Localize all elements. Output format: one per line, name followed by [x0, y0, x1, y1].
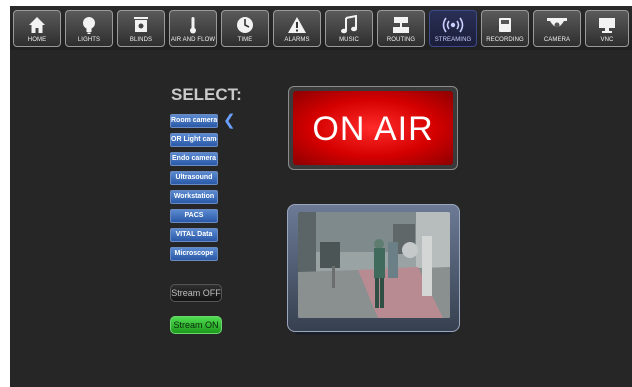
thermometer-icon [190, 17, 196, 34]
source-pacs-button[interactable]: PACS [170, 209, 218, 223]
chevron-left-icon: ❮ [223, 112, 236, 129]
nav-label: LIGHTS [77, 37, 101, 43]
nav-time-button[interactable]: TIME [221, 10, 269, 47]
source-workstation-button[interactable]: Workstation [170, 190, 218, 204]
video-preview-monitor [287, 204, 460, 332]
stream-off-button[interactable]: Stream OFF [170, 284, 222, 302]
nav-label: BLINDS [129, 37, 153, 43]
source-room-camera-button[interactable]: Room camera [170, 114, 218, 128]
on-air-indicator: ON AIR [293, 91, 453, 165]
stream-on-button[interactable]: Stream ON [170, 316, 222, 334]
nav-camera-button[interactable]: CAMERA [533, 10, 581, 47]
video-preview [298, 212, 450, 318]
nav-vnc-button[interactable]: VNC [585, 10, 629, 47]
nav-recording-button[interactable]: RECORDING [481, 10, 529, 47]
nav-label: AIR AND FLOW [170, 37, 216, 43]
home-icon [29, 17, 45, 33]
nav-lights-button[interactable]: LIGHTS [65, 10, 113, 47]
nav-alarms-button[interactable]: ALARMS [273, 10, 321, 47]
operating-room-video-frame [298, 212, 450, 318]
source-vital-data-button[interactable]: VITAL Data [170, 228, 218, 242]
nav-blinds-button[interactable]: BLINDS [117, 10, 165, 47]
nav-label: ALARMS [284, 37, 310, 43]
lightbulb-icon [83, 17, 95, 34]
nav-label: ROUTING [386, 37, 416, 43]
select-title: SELECT: [171, 85, 242, 104]
nav-air-and-flow-button[interactable]: AIR AND FLOW [169, 10, 217, 47]
blinds-icon [134, 17, 148, 32]
top-navigation-bar: HOME LIGHTS BLINDS AIR AND FLOW TIME ALA… [10, 6, 632, 50]
source-microscope-button[interactable]: Microscope [170, 247, 218, 261]
nav-label: STREAMING [434, 37, 472, 43]
nav-label: VNC [600, 37, 614, 43]
music-note-icon [341, 15, 357, 34]
nav-home-button[interactable]: HOME [13, 10, 61, 47]
source-or-light-camera-button[interactable]: OR Light camera [170, 133, 218, 147]
nav-label: MUSIC [339, 37, 359, 43]
source-ultrasound-button[interactable]: Ultrasound [170, 171, 218, 185]
nav-label: RECORDING [486, 37, 524, 43]
nav-label: TIME [237, 37, 253, 43]
recording-icon [499, 18, 511, 32]
clock-icon [237, 17, 253, 33]
monitor-icon [599, 18, 615, 33]
camera-icon [547, 18, 567, 28]
nav-music-button[interactable]: MUSIC [325, 10, 373, 47]
on-air-indicator-frame: ON AIR [288, 86, 458, 170]
routing-icon [393, 17, 409, 33]
warning-icon [288, 17, 306, 33]
nav-streaming-button[interactable]: STREAMING [429, 10, 477, 47]
nav-label: CAMERA [543, 37, 571, 43]
broadcast-icon [442, 17, 464, 33]
nav-routing-button[interactable]: ROUTING [377, 10, 425, 47]
source-endo-camera-button[interactable]: Endo camera [170, 152, 218, 166]
nav-label: HOME [27, 37, 47, 43]
